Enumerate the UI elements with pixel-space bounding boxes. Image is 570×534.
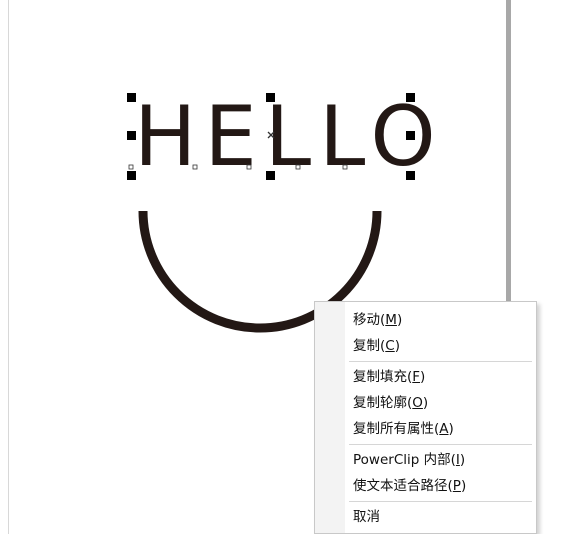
menu-item-label: 取消: [353, 509, 380, 525]
char-node[interactable]: [128, 164, 134, 170]
menu-item-label: 移动: [353, 312, 380, 328]
menu-item-label: 复制填充: [353, 369, 407, 385]
char-node[interactable]: [246, 164, 252, 170]
char-node[interactable]: [192, 164, 198, 170]
handle-top-right[interactable]: [406, 93, 415, 102]
menu-item-accelerator: A: [439, 421, 449, 437]
menu-separator: [349, 444, 532, 445]
char-node[interactable]: [342, 164, 348, 170]
handle-top-left[interactable]: [127, 93, 136, 102]
handle-bottom-center[interactable]: [266, 171, 275, 180]
menu-item-accelerator: M: [385, 312, 397, 328]
menu-item-copy[interactable]: 复制(C): [315, 333, 536, 359]
menu-item-accelerator: F: [412, 369, 421, 385]
menu-item-move[interactable]: 移动(M): [315, 307, 536, 333]
menu-item-fit-text-to-path[interactable]: 使文本适合路径(P): [315, 473, 536, 499]
menu-item-copy-fill[interactable]: 复制填充(F): [315, 364, 536, 390]
menu-item-label: 使文本适合路径: [353, 478, 448, 494]
handle-bottom-right[interactable]: [406, 171, 415, 180]
menu-item-label: 复制: [353, 338, 380, 354]
menu-item-label: 复制轮廓: [353, 395, 407, 411]
menu-item-powerclip-inside[interactable]: PowerClip 内部(I): [315, 447, 536, 473]
context-menu: 移动(M) 复制(C) 复制填充(F) 复制轮廓(O) 复制所有属性(A) Po…: [314, 301, 537, 534]
menu-item-copy-all-properties[interactable]: 复制所有属性(A): [315, 416, 536, 442]
handle-middle-left[interactable]: [127, 131, 136, 140]
handle-bottom-left[interactable]: [127, 171, 136, 180]
menu-item-cancel[interactable]: 取消: [315, 504, 536, 530]
handle-top-center[interactable]: [266, 93, 275, 102]
char-node[interactable]: [295, 164, 301, 170]
menu-item-accelerator: O: [412, 395, 423, 411]
menu-item-label: PowerClip 内部: [353, 452, 451, 468]
menu-item-copy-outline[interactable]: 复制轮廓(O): [315, 390, 536, 416]
menu-item-label: 复制所有属性: [353, 421, 434, 437]
hello-text-object[interactable]: HELLO: [134, 88, 444, 185]
menu-separator: [349, 361, 532, 362]
menu-list: 移动(M) 复制(C) 复制填充(F) 复制轮廓(O) 复制所有属性(A) Po…: [315, 307, 536, 530]
menu-item-accelerator: C: [385, 338, 395, 354]
menu-item-accelerator: P: [452, 478, 461, 494]
handle-middle-right[interactable]: [406, 131, 415, 140]
menu-separator: [349, 501, 532, 502]
drawing-canvas[interactable]: HELLO 移动(M) 复制(C) 复制填充(F) 复制轮廓(O) 复制所有属性…: [0, 0, 570, 534]
